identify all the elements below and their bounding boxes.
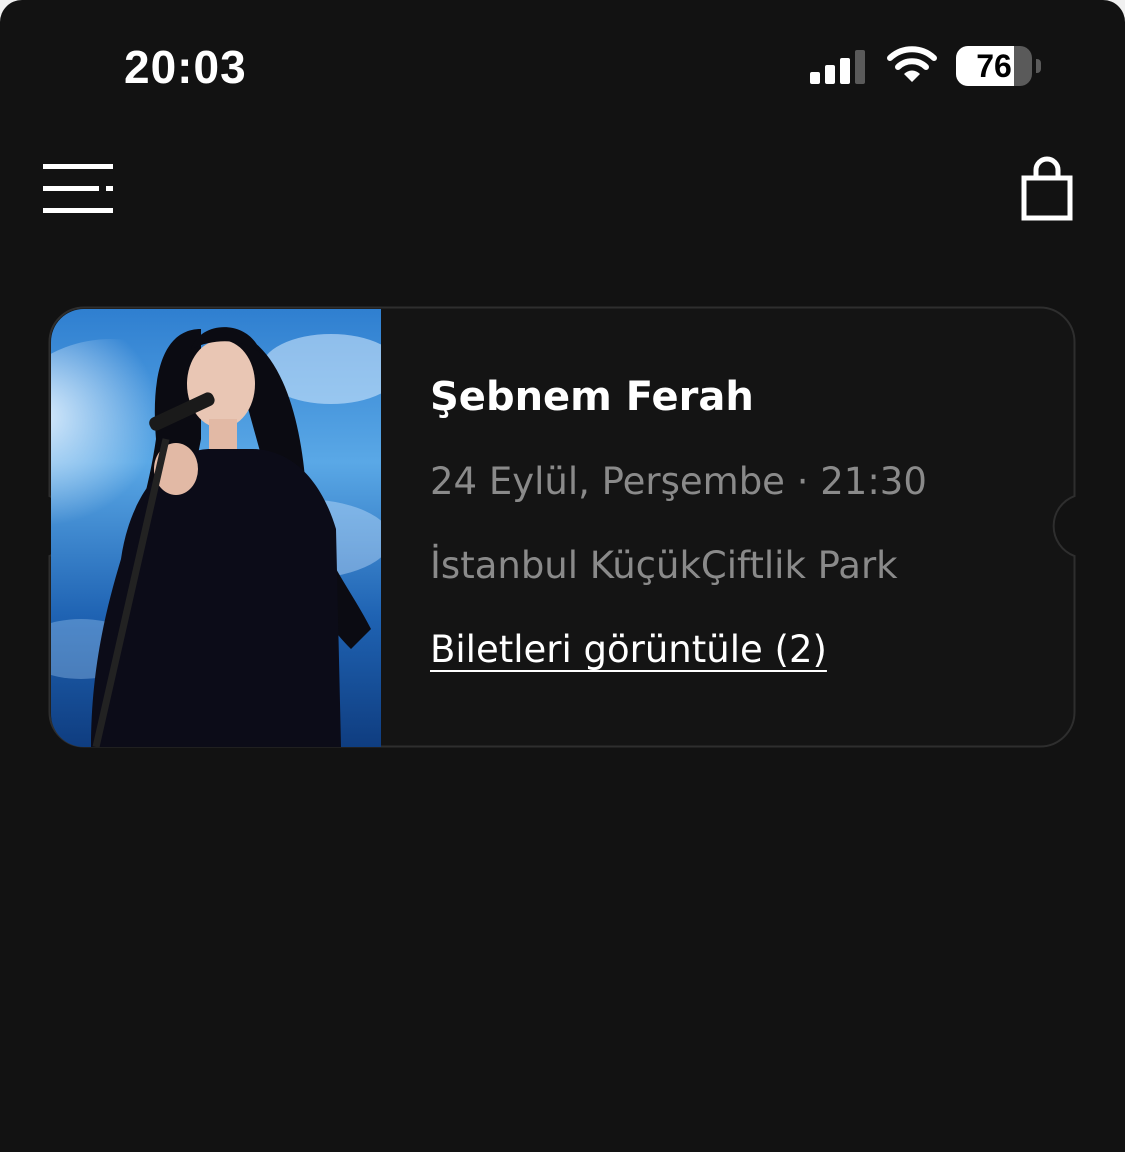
view-tickets-link[interactable]: Biletleri görüntüle (2) [430, 628, 827, 671]
hamburger-menu-icon[interactable] [40, 160, 116, 218]
wifi-icon [887, 46, 937, 82]
signal-bar [825, 65, 835, 84]
signal-bar [840, 58, 850, 84]
status-time: 20:03 [124, 41, 247, 93]
app-screen: 20:03 76 Şebnem Ferah 24 Eylül, Perşembe… [0, 0, 1125, 1152]
battery-cap [1036, 59, 1041, 73]
battery-percent: 76 [976, 48, 1012, 84]
battery-indicator: 76 [956, 46, 1044, 88]
signal-bar [855, 50, 865, 84]
event-datetime: 24 Eylül, Perşembe · 21:30 [430, 460, 927, 503]
shopping-bag-icon[interactable] [1018, 156, 1076, 222]
cellular-signal-icon [810, 50, 865, 84]
event-venue: İstanbul KüçükÇiftlik Park [430, 544, 898, 587]
signal-bar [810, 72, 820, 84]
battery-body: 76 [956, 46, 1032, 86]
event-artist-photo [51, 309, 381, 747]
ticket-card[interactable]: Şebnem Ferah 24 Eylül, Perşembe · 21:30 … [48, 306, 1076, 748]
event-title: Şebnem Ferah [430, 374, 754, 420]
